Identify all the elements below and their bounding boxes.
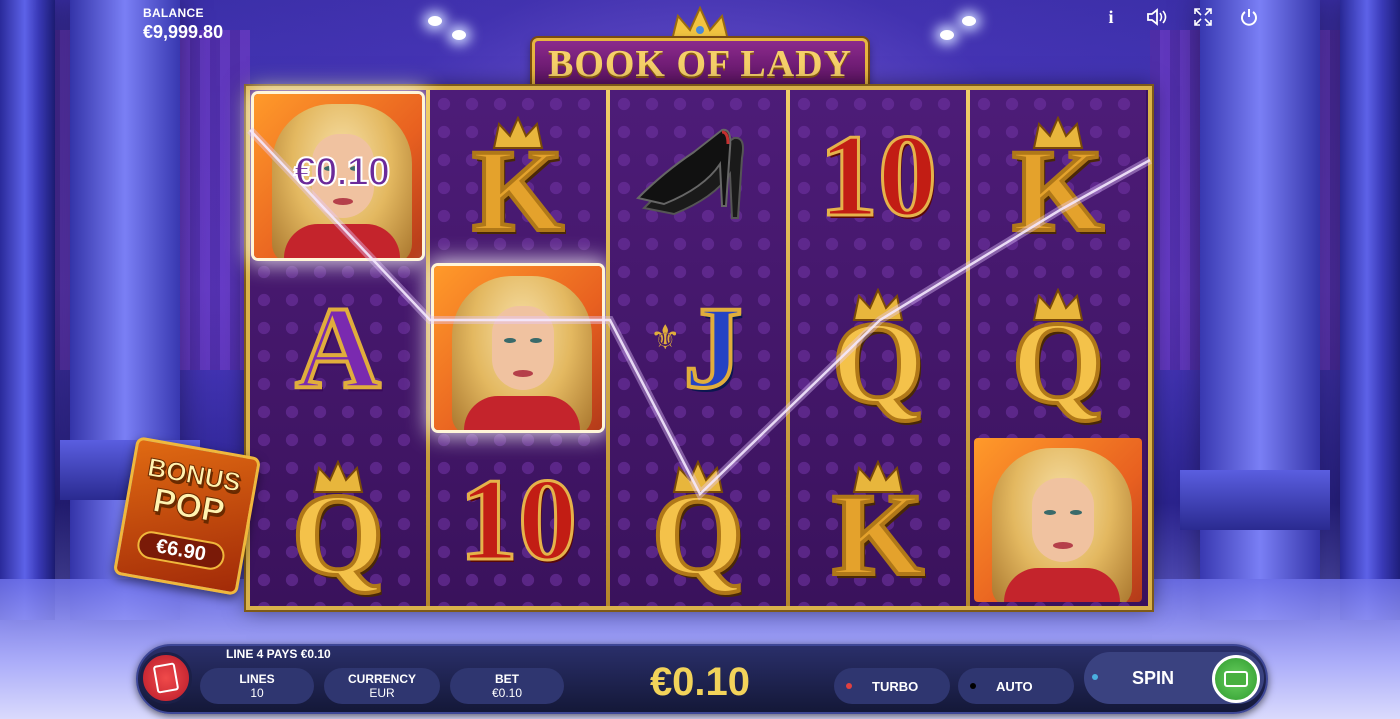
pillar-left-outer	[0, 0, 55, 620]
lines-selector[interactable]: LINES 10	[200, 668, 314, 704]
spotlight	[940, 30, 954, 40]
symbol-text: 10	[458, 454, 579, 585]
crown-icon	[672, 460, 724, 493]
turbo-toggle[interactable]: TURBO	[834, 668, 950, 704]
pillar-right-outer	[1340, 0, 1400, 620]
bonus-pop-badge[interactable]: BONUS POP €6.90	[112, 436, 262, 596]
symbol-10: 10	[430, 434, 606, 606]
symbol-lady	[430, 262, 606, 434]
logo-text: BOOK OF LADY	[547, 43, 853, 85]
pillar-base-right	[1180, 470, 1330, 530]
currency-value: EUR	[369, 686, 395, 700]
spin-label: SPIN	[1132, 667, 1175, 688]
symbol-lady	[970, 434, 1146, 606]
crown-icon	[312, 460, 364, 493]
balance-value: €9,999.80	[143, 22, 224, 42]
crown-icon	[852, 460, 904, 493]
symbol-text: J	[682, 282, 745, 413]
bet-selector[interactable]: BET €0.10	[450, 668, 564, 704]
turbo-indicator	[846, 683, 852, 689]
auto-label: AUTO	[996, 678, 1033, 694]
lady-symbol-image	[434, 266, 602, 430]
bet-label: BET	[495, 672, 519, 686]
power-icon[interactable]	[1238, 6, 1260, 28]
crown-icon	[1032, 288, 1084, 321]
symbol-win-amount: €0.10	[293, 149, 391, 195]
logo-plate: BOOK OF LADY	[532, 38, 868, 90]
fullscreen-icon[interactable]	[1192, 6, 1214, 28]
symbol-k: K	[970, 90, 1146, 262]
currency-selector[interactable]: CURRENCY EUR	[324, 668, 440, 704]
spin-indicator	[1092, 674, 1098, 680]
reel-3: ⚜ J Q	[610, 90, 786, 606]
spotlight	[962, 16, 976, 26]
symbol-shoe	[610, 90, 786, 262]
top-toolbar: i	[1100, 6, 1260, 28]
auto-toggle[interactable]: AUTO	[958, 668, 1074, 704]
win-message: LINE 4 PAYS €0.10	[226, 647, 331, 661]
symbol-q: Q	[790, 262, 966, 434]
reel-5: K Q	[970, 90, 1146, 606]
lines-label: LINES	[239, 672, 275, 686]
symbol-q: Q	[610, 434, 786, 606]
reel-2: K 10	[430, 90, 606, 606]
lady-symbol-image	[974, 438, 1142, 602]
lines-value: 10	[250, 686, 264, 700]
bet-value: €0.10	[491, 686, 523, 700]
symbol-q: Q	[250, 434, 426, 606]
balance-display: BALANCE €9,999.80	[143, 6, 223, 43]
total-win-display: €0.10	[649, 660, 751, 704]
crown-icon	[492, 116, 544, 149]
symbol-text: A	[293, 282, 382, 413]
spotlight	[428, 16, 442, 26]
turbo-label: TURBO	[872, 678, 919, 694]
auto-indicator	[970, 683, 976, 689]
symbol-j: ⚜ J	[610, 262, 786, 434]
high-heel-shoe-icon	[636, 128, 744, 219]
crown-icon	[852, 288, 904, 321]
symbol-k: K	[430, 90, 606, 262]
bonus-amount: €6.90	[135, 529, 227, 572]
gamble-button[interactable]	[140, 652, 192, 704]
game-logo: BOOK OF LADY	[532, 6, 868, 90]
cash-stack-icon[interactable]	[1212, 655, 1260, 703]
symbol-k: K	[790, 434, 966, 606]
reel-4: 10 Q K	[790, 90, 966, 606]
symbol-a: A	[250, 262, 426, 434]
fleur-de-lis-icon: ⚜	[650, 319, 681, 357]
symbol-q: Q	[970, 262, 1146, 434]
cards-icon	[152, 662, 180, 694]
crown-icon	[1032, 116, 1084, 149]
spin-button[interactable]: SPIN	[1084, 652, 1264, 704]
currency-label: CURRENCY	[347, 672, 416, 686]
spotlight	[452, 30, 466, 40]
symbol-text: 10	[818, 110, 939, 241]
sound-icon[interactable]	[1146, 6, 1168, 28]
info-icon[interactable]: i	[1100, 6, 1122, 28]
symbol-10: 10	[790, 90, 966, 262]
balance-label: BALANCE	[143, 6, 204, 20]
